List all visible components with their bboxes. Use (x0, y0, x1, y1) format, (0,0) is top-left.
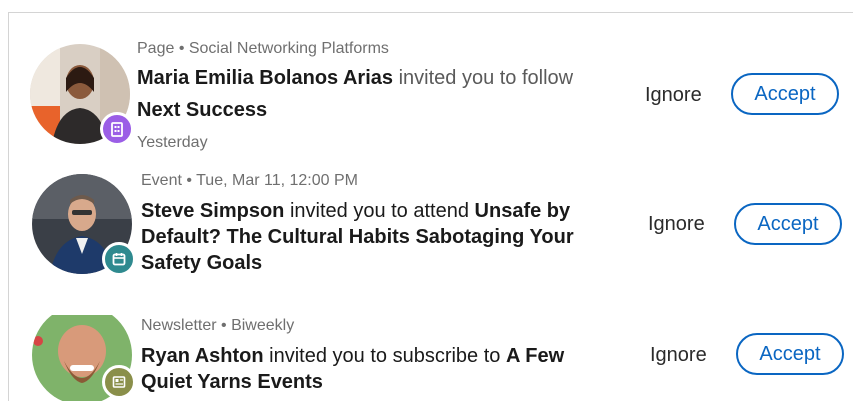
invitation-message: Maria Emilia Bolanos Arias invited you t… (137, 62, 617, 126)
invitation-content[interactable]: Page • Social Networking Platforms Maria… (137, 38, 617, 154)
accept-button[interactable]: Accept (734, 203, 842, 245)
invitation-meta: Newsletter • Biweekly (141, 317, 295, 334)
sender-name[interactable]: Maria Emilia Bolanos Arias (137, 67, 393, 89)
building-icon (100, 112, 134, 146)
invitation-time: Yesterday (137, 134, 208, 151)
accept-button[interactable]: Accept (731, 73, 839, 115)
avatar-wrap[interactable] (32, 315, 136, 401)
message-text: invited you to follow (393, 67, 574, 89)
invitation-message: Ryan Ashton invited you to subscribe to … (141, 343, 611, 395)
invitation-meta: Event • Tue, Mar 11, 12:00 PM (141, 172, 358, 189)
invitation-row-2: Event • Tue, Mar 11, 12:00 PM Steve Simp… (0, 170, 853, 290)
invitation-target[interactable]: Next Success (137, 99, 267, 121)
calendar-icon (102, 242, 136, 276)
message-text: invited you to subscribe to (263, 345, 506, 367)
accept-button[interactable]: Accept (736, 333, 844, 375)
invitation-message: Steve Simpson invited you to attend Unsa… (141, 198, 611, 276)
invitation-meta: Page • Social Networking Platforms (137, 40, 389, 57)
avatar-wrap[interactable] (32, 174, 136, 276)
invitation-content[interactable]: Event • Tue, Mar 11, 12:00 PM Steve Simp… (141, 170, 611, 276)
avatar-wrap[interactable] (30, 44, 134, 146)
ignore-button[interactable]: Ignore (650, 344, 707, 367)
sender-name[interactable]: Steve Simpson (141, 200, 284, 222)
ignore-button[interactable]: Ignore (648, 213, 705, 236)
ignore-button[interactable]: Ignore (645, 84, 702, 107)
sender-name[interactable]: Ryan Ashton (141, 345, 264, 367)
invitation-row-1: Page • Social Networking Platforms Maria… (0, 38, 853, 158)
invitation-row-3: Newsletter • Biweekly Ryan Ashton invite… (0, 315, 853, 401)
message-text: invited you to attend (284, 200, 475, 222)
invitation-content[interactable]: Newsletter • Biweekly Ryan Ashton invite… (141, 315, 611, 395)
newsletter-icon (102, 365, 136, 399)
